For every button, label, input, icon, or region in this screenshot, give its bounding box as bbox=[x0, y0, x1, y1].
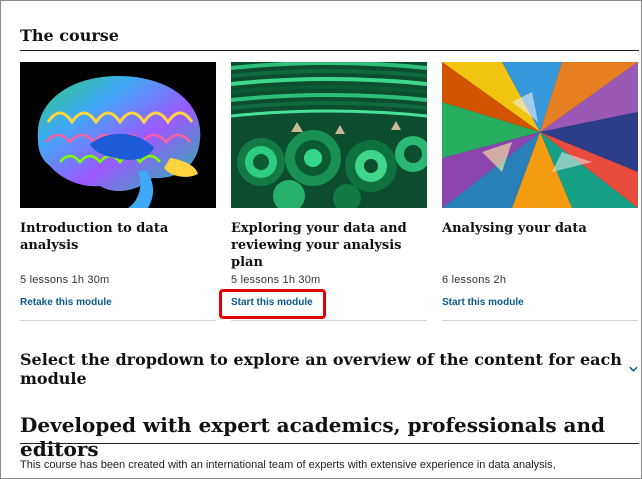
section-divider bbox=[20, 50, 639, 51]
section-divider bbox=[20, 443, 639, 444]
module-card: Exploring your data and reviewing your a… bbox=[231, 62, 427, 321]
malachite-mineral-image[interactable] bbox=[231, 62, 427, 208]
highlight-box bbox=[219, 289, 326, 319]
module-title: Exploring your data and reviewing your a… bbox=[231, 221, 407, 270]
module-card: Analysing your data 6 lessons 2h Start t… bbox=[442, 62, 638, 321]
retake-module-link[interactable]: Retake this module bbox=[20, 297, 112, 308]
chevron-down-icon[interactable] bbox=[628, 363, 639, 375]
card-divider bbox=[20, 320, 216, 321]
developed-title: Developed with expert academics, profess… bbox=[20, 413, 606, 461]
module-title: Analysing your data bbox=[442, 221, 587, 236]
module-overview-dropdown[interactable]: Select the dropdown to explore an overvi… bbox=[20, 350, 639, 388]
crystal-micrograph-image[interactable] bbox=[442, 62, 638, 208]
start-module-link[interactable]: Start this module bbox=[442, 297, 524, 308]
brain-mri-image[interactable] bbox=[20, 62, 216, 208]
module-meta: 6 lessons 2h bbox=[442, 274, 507, 286]
dropdown-label: Select the dropdown to explore an overvi… bbox=[20, 350, 622, 388]
card-divider bbox=[442, 320, 638, 321]
module-meta: 5 lessons 1h 30m bbox=[20, 274, 110, 286]
module-title: Introduction to data analysis bbox=[20, 221, 169, 253]
developed-body: This course has been created with an int… bbox=[20, 459, 556, 471]
module-meta: 5 lessons 1h 30m bbox=[231, 274, 321, 286]
module-card: Introduction to data analysis 5 lessons … bbox=[20, 62, 216, 321]
section-title: The course bbox=[20, 26, 119, 45]
card-divider bbox=[231, 320, 427, 321]
